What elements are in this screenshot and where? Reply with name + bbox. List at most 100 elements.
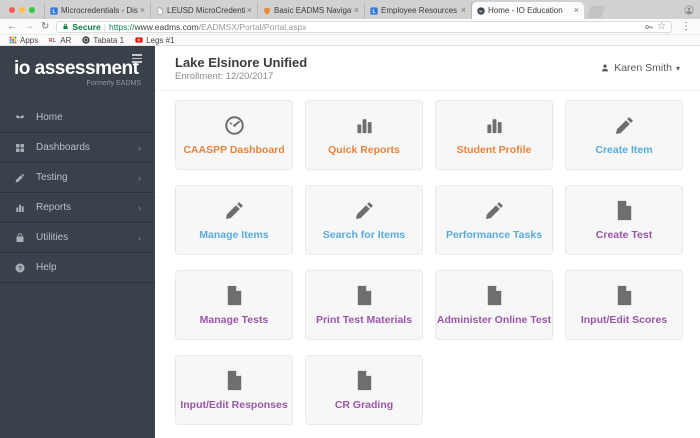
bookmark-item-legs-1[interactable]: Legs #1 (135, 36, 175, 45)
browser-window: Microcredentials - District Dep×LEUSD Mi… (0, 0, 700, 438)
reload-icon[interactable]: ↻ (41, 21, 49, 32)
secure-label: Secure (72, 21, 101, 32)
file-icon (353, 284, 376, 307)
tile-administer-online-test[interactable]: Administer Online Test (435, 270, 553, 340)
bookmark-item-ar[interactable]: AR (49, 36, 71, 45)
sidebar: io assessment Formerly EADMS Home Dashboa… (0, 46, 155, 438)
tile-create-test[interactable]: Create Test (565, 185, 683, 255)
tile-label: Administer Online Test (436, 314, 552, 326)
enrollment-date: Enrollment: 12/20/2017 (175, 70, 274, 82)
tile-input-edit-responses[interactable]: Input/Edit Responses (175, 355, 293, 425)
tile-quick-reports[interactable]: Quick Reports (305, 100, 423, 170)
tile-label: Performance Tasks (445, 229, 543, 241)
tab-title: Employee Resources – Staff – (381, 6, 459, 15)
bookmark-item-apps[interactable]: Apps (9, 36, 38, 45)
page-header: Lake Elsinore Unified Enrollment: 12/20/… (155, 46, 700, 91)
bag-icon (14, 232, 26, 244)
sidebar-item-label: Home (36, 111, 63, 123)
rl-icon (49, 36, 57, 44)
tile-label: CR Grading (334, 399, 394, 411)
tile-search-for-items[interactable]: Search for Items (305, 185, 423, 255)
district-block: Lake Elsinore Unified Enrollment: 12/20/… (175, 55, 307, 82)
sidebar-item-help[interactable]: Help (0, 252, 155, 283)
tile-manage-items[interactable]: Manage Items (175, 185, 293, 255)
browser-tab-home-io-education[interactable]: Home - IO Education × (472, 2, 584, 19)
tile-manage-tests[interactable]: Manage Tests (175, 270, 293, 340)
file-icon (613, 199, 636, 222)
apps-grid-icon (9, 36, 17, 44)
tile-grid: CAASPP Dashboard Quick Reports Student Pro… (155, 91, 700, 425)
back-icon[interactable]: ← (7, 21, 17, 32)
tab-bar: Microcredentials - District Dep×LEUSD Mi… (0, 0, 700, 19)
file-icon (223, 284, 246, 307)
hamburger-menu-icon[interactable] (132, 54, 142, 63)
browser-toolbar: ← → ↻ Secure | https://www.eadms.com/EAD… (0, 19, 700, 35)
gauge-icon (223, 114, 246, 137)
tile-create-item[interactable]: Create Item (565, 100, 683, 170)
tile-label: Student Profile (456, 144, 532, 156)
tile-label: Manage Tests (199, 314, 269, 326)
sidebar-item-label: Utilities (36, 232, 69, 244)
minimize-window-button[interactable] (19, 7, 25, 13)
sidebar-item-testing[interactable]: Testing › (0, 162, 155, 193)
bookmark-item-tabata-1[interactable]: Tabata 1 (82, 36, 124, 45)
user-menu[interactable]: Karen Smith ▾ (600, 62, 680, 74)
forward-icon[interactable]: → (24, 21, 34, 32)
padlock-icon (62, 23, 69, 30)
tab-close-icon[interactable]: × (461, 6, 466, 15)
main-content: Lake Elsinore Unified Enrollment: 12/20/… (155, 46, 700, 438)
tile-caaspp-dashboard[interactable]: CAASPP Dashboard (175, 100, 293, 170)
chevron-right-icon: › (138, 232, 141, 243)
tab-title: Home - IO Education (488, 6, 563, 15)
tile-print-test-materials[interactable]: Print Test Materials (305, 270, 423, 340)
app-logo: io assessment Formerly EADMS (0, 46, 155, 87)
browser-tab-basic-eadms-navigation-ea[interactable]: Basic EADMS Navigation - EA× (258, 2, 365, 19)
tab-close-icon[interactable]: × (140, 6, 145, 15)
zoom-window-button[interactable] (29, 7, 35, 13)
browser-menu-icon[interactable]: ⋮ (679, 21, 693, 32)
tile-label: CAASPP Dashboard (183, 144, 285, 156)
youtube-icon (135, 36, 143, 44)
sidebar-item-home[interactable]: Home (0, 103, 155, 133)
window-controls (0, 7, 44, 19)
tile-performance-tasks[interactable]: Performance Tasks (435, 185, 553, 255)
browser-tab-microcredentials-district-dep[interactable]: Microcredentials - District Dep× (44, 2, 151, 19)
sidebar-item-utilities[interactable]: Utilities › (0, 222, 155, 253)
tabata-icon (82, 36, 90, 44)
bars-icon (353, 114, 376, 137)
tile-student-profile[interactable]: Student Profile (435, 100, 553, 170)
pencil-icon (613, 114, 636, 137)
bookmark-star-icon[interactable]: ☆ (657, 21, 666, 32)
bookmark-label: Tabata 1 (93, 35, 125, 45)
sidebar-item-reports[interactable]: Reports › (0, 192, 155, 223)
new-tab-button[interactable] (587, 6, 605, 18)
tile-input-edit-scores[interactable]: Input/Edit Scores (565, 270, 683, 340)
sidebar-item-dashboards[interactable]: Dashboards › (0, 132, 155, 163)
password-key-icon[interactable] (644, 22, 654, 32)
file-icon (613, 284, 636, 307)
tile-cr-grading[interactable]: CR Grading (305, 355, 423, 425)
bookmark-label: AR (60, 35, 72, 45)
caret-down-icon: ▾ (675, 63, 680, 73)
tile-label: Create Test (595, 229, 653, 241)
address-bar[interactable]: Secure | https://www.eadms.com/EADMSX/Po… (56, 20, 672, 33)
tab-close-icon[interactable]: × (247, 6, 252, 15)
file-icon (223, 369, 246, 392)
browser-profile-icon[interactable] (684, 5, 694, 15)
tab-close-icon[interactable]: × (354, 6, 359, 15)
schoology-favicon-icon (50, 7, 58, 15)
tab-title: Basic EADMS Navigation - EA (274, 6, 352, 15)
user-icon (600, 63, 610, 73)
tile-label: Manage Items (199, 229, 269, 241)
tab-close-icon[interactable]: × (574, 6, 579, 15)
pencil-icon (223, 199, 246, 222)
close-window-button[interactable] (9, 7, 15, 13)
tile-label: Quick Reports (328, 144, 400, 156)
browser-tab-leusd-microcredentials[interactable]: LEUSD MicroCredentials× (151, 2, 258, 19)
tile-label: Print Test Materials (315, 314, 413, 326)
bookmark-label: Apps (20, 35, 39, 45)
url-separator: | (103, 21, 106, 32)
browser-tab-employee-resources-staff[interactable]: Employee Resources – Staff –× (365, 2, 472, 19)
sidebar-item-label: Testing (36, 172, 68, 184)
tile-label: Create Item (595, 144, 653, 156)
